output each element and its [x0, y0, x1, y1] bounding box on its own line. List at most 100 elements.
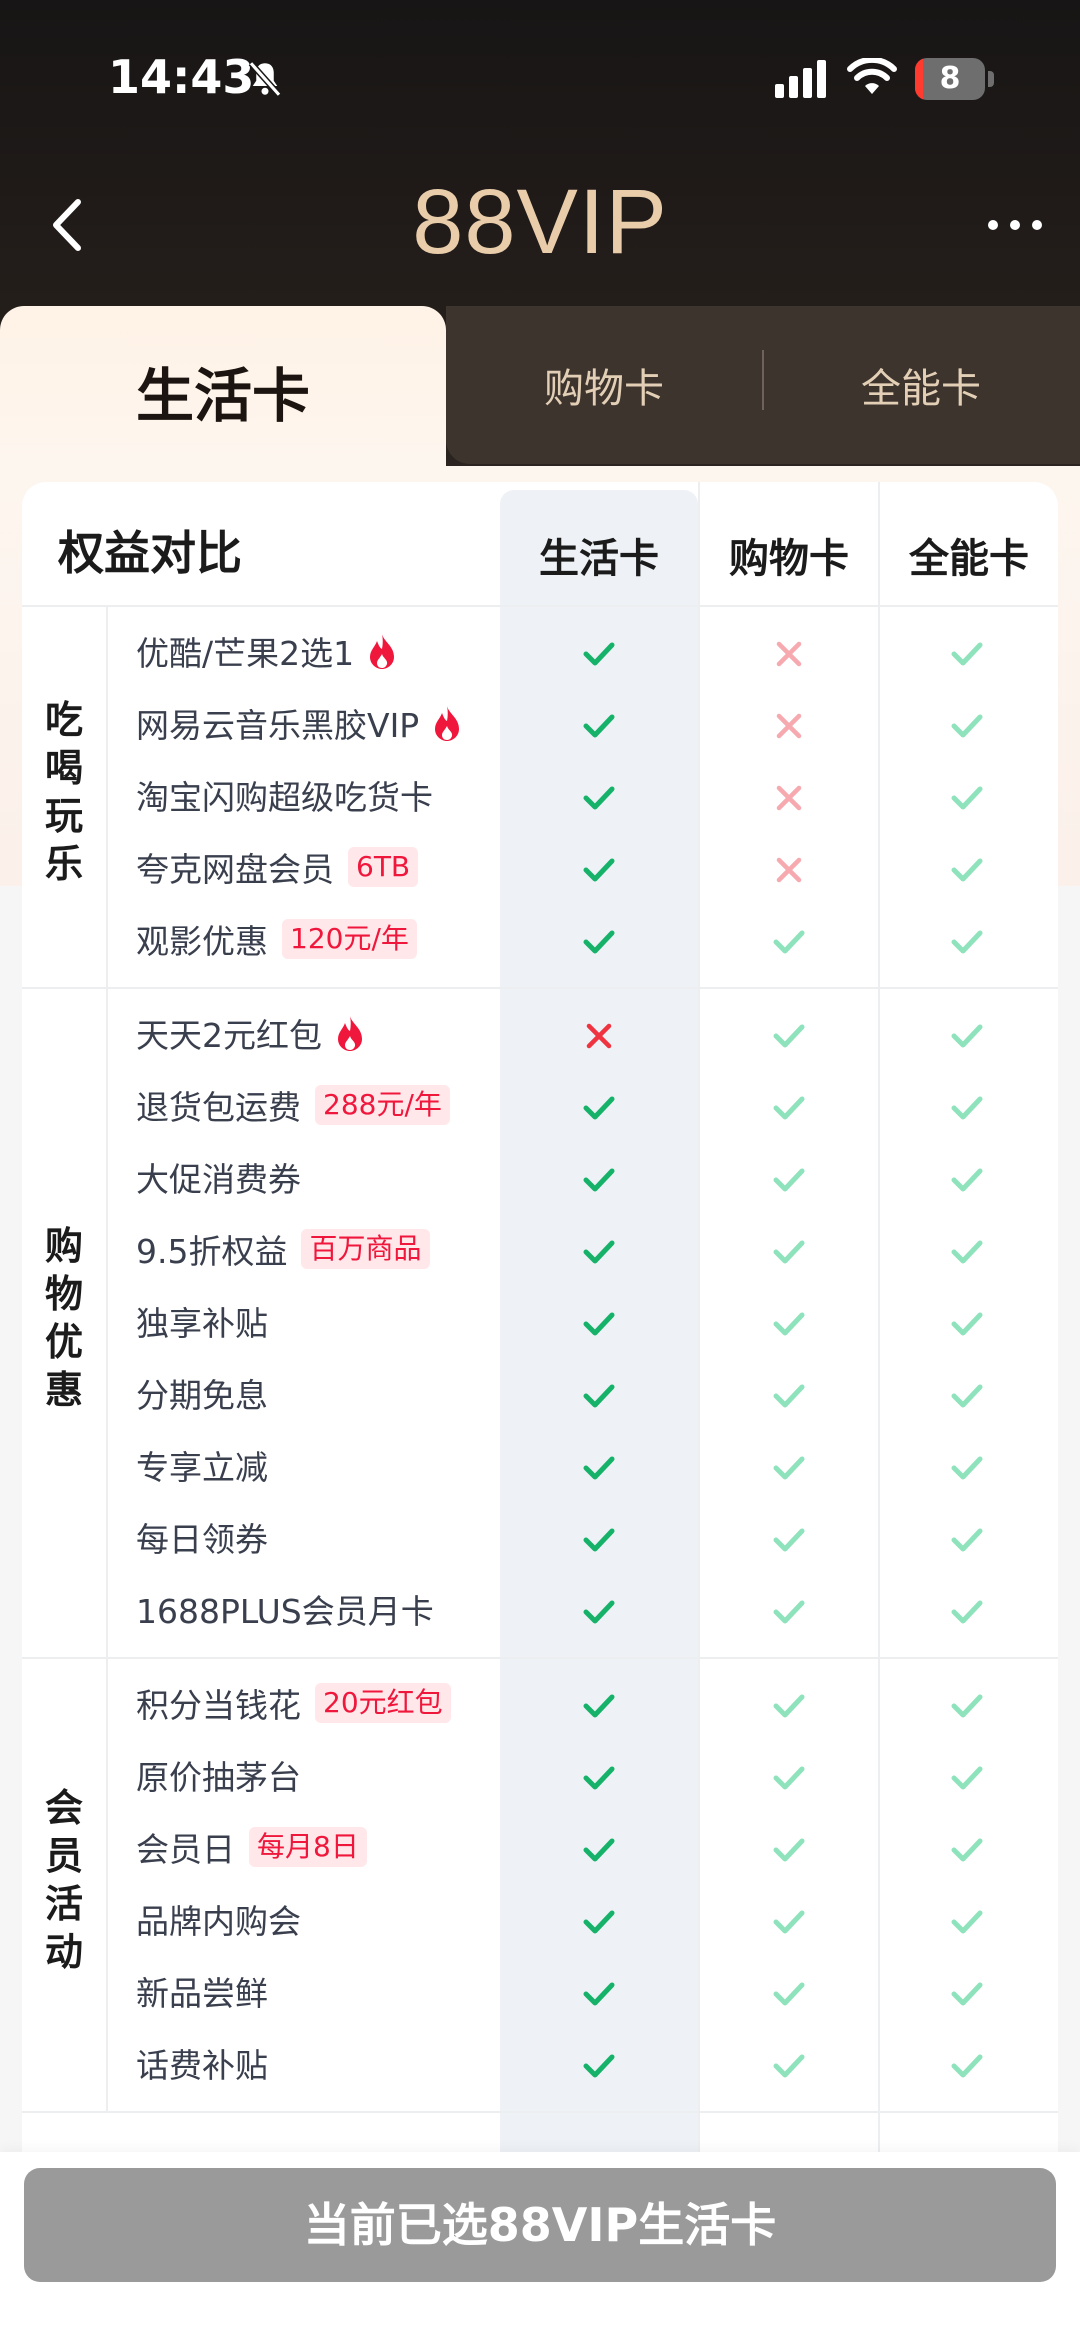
check-icon: [948, 1233, 986, 1271]
table-row: 大促消费券: [22, 1143, 1058, 1215]
benefit-name: 优酷/芒果2选1: [136, 634, 355, 673]
selected-plan-button[interactable]: 当前已选88VIP生活卡: [24, 2168, 1056, 2282]
row-divider: [22, 1657, 1058, 1659]
fire-icon: [334, 1014, 366, 1052]
check-icon: [580, 1305, 618, 1343]
bottom-bar: 当前已选88VIP生活卡: [0, 2152, 1080, 2341]
wifi-icon: [847, 58, 897, 94]
benefit-label: 分期免息: [136, 1369, 268, 1417]
table-row: 专享立减: [22, 1431, 1058, 1503]
table-row: 夸克网盘会员 6TB: [22, 833, 1058, 905]
check-icon: [770, 1089, 808, 1127]
bell-slash-icon: [248, 61, 282, 97]
check-icon: [948, 923, 986, 961]
battery-tip: [988, 71, 994, 87]
cross-icon: [770, 851, 808, 889]
benefit-badge: 20元红包: [315, 1683, 451, 1723]
check-icon: [948, 1831, 986, 1869]
cross-icon: [770, 707, 808, 745]
table-row: 观影优惠 120元/年: [22, 905, 1058, 977]
check-icon: [770, 1593, 808, 1631]
benefit-label: 退货包运费 288元/年: [136, 1081, 450, 1129]
check-icon: [948, 1089, 986, 1127]
check-icon: [948, 1305, 986, 1343]
benefit-label: 每日领券: [136, 1513, 268, 1561]
check-icon: [580, 1449, 618, 1487]
benefit-name: 专享立减: [136, 1448, 268, 1487]
table-row: 9.5折权益 百万商品: [22, 1215, 1058, 1287]
check-icon: [580, 2047, 618, 2085]
table-row: 天天2元红包: [22, 999, 1058, 1071]
table-row: 淘宝闪购超级吃货卡: [22, 761, 1058, 833]
table-row: 品牌内购会: [22, 1885, 1058, 1957]
check-icon: [580, 1233, 618, 1271]
check-icon: [948, 1759, 986, 1797]
table-row: 会员日 每月8日: [22, 1813, 1058, 1885]
benefit-label: 积分当钱花 20元红包: [136, 1679, 451, 1727]
category-label: 购物优惠: [44, 1224, 83, 1412]
benefit-label: 天天2元红包: [136, 1009, 366, 1057]
benefit-label: 品牌内购会: [136, 1895, 301, 1943]
check-icon: [580, 851, 618, 889]
benefit-label: 优酷/芒果2选1: [136, 627, 398, 675]
check-icon: [948, 1017, 986, 1055]
check-icon: [580, 635, 618, 673]
benefit-name: 新品尝鲜: [136, 1974, 268, 2013]
table-row: 分期免息: [22, 1359, 1058, 1431]
category-label: 会员活动: [44, 1786, 83, 1974]
check-icon: [580, 779, 618, 817]
check-icon: [580, 1161, 618, 1199]
fire-icon: [366, 632, 398, 670]
check-icon: [770, 1759, 808, 1797]
table-row: 独享补贴: [22, 1287, 1058, 1359]
category-divider: [106, 607, 108, 987]
tab-life-card[interactable]: 生活卡: [0, 306, 446, 476]
check-icon: [770, 923, 808, 961]
benefit-label: 原价抽茅台: [136, 1751, 301, 1799]
table-row: 积分当钱花 20元红包: [22, 1669, 1058, 1741]
more-dots-icon[interactable]: [985, 210, 1045, 240]
column-divider: [698, 482, 700, 2341]
check-icon: [948, 1449, 986, 1487]
benefit-name: 独享补贴: [136, 1304, 268, 1343]
category-divider: [106, 1659, 108, 2111]
column-divider: [878, 482, 880, 2341]
tab-shopping-card[interactable]: 购物卡: [446, 306, 762, 464]
benefit-badge: 每月8日: [249, 1827, 367, 1867]
check-icon: [948, 1161, 986, 1199]
row-divider: [22, 605, 1058, 607]
benefit-name: 天天2元红包: [136, 1016, 322, 1055]
row-divider: [22, 2111, 1058, 2113]
check-icon: [948, 1593, 986, 1631]
table-row: 退货包运费 288元/年: [22, 1071, 1058, 1143]
column-header-life: 生活卡: [539, 536, 659, 582]
category-divider: [106, 989, 108, 1657]
check-icon: [770, 1017, 808, 1055]
row-divider: [22, 987, 1058, 989]
benefits-comparison-card: 权益对比 生活卡 购物卡 全能卡 优酷/芒果2选1 网易云音乐黑胶VIP 淘宝闪购超…: [22, 482, 1058, 2341]
battery-icon: 8: [915, 58, 985, 100]
table-row: 网易云音乐黑胶VIP: [22, 689, 1058, 761]
column-header-shopping: 购物卡: [729, 536, 849, 582]
benefit-label: 网易云音乐黑胶VIP: [136, 699, 463, 747]
table-title: 权益对比: [58, 526, 242, 580]
check-icon: [770, 1161, 808, 1199]
table-row: 1688PLUS会员月卡: [22, 1575, 1058, 1647]
check-icon: [948, 779, 986, 817]
check-icon: [580, 1687, 618, 1725]
benefit-badge: 120元/年: [282, 919, 417, 959]
table-row: 话费补贴: [22, 2029, 1058, 2101]
benefit-label: 9.5折权益 百万商品: [136, 1225, 430, 1273]
benefit-label: 观影优惠 120元/年: [136, 915, 417, 963]
check-icon: [580, 1089, 618, 1127]
benefit-name: 1688PLUS会员月卡: [136, 1592, 434, 1631]
category-label: 吃喝玩乐: [44, 698, 83, 886]
check-icon: [770, 1831, 808, 1869]
check-icon: [770, 1449, 808, 1487]
fire-icon: [431, 704, 463, 742]
benefit-name: 话费补贴: [136, 2046, 268, 2085]
benefit-label: 大促消费券: [136, 1153, 301, 1201]
check-icon: [770, 1305, 808, 1343]
cross-icon: [770, 635, 808, 673]
tab-all-card[interactable]: 全能卡: [762, 306, 1080, 464]
